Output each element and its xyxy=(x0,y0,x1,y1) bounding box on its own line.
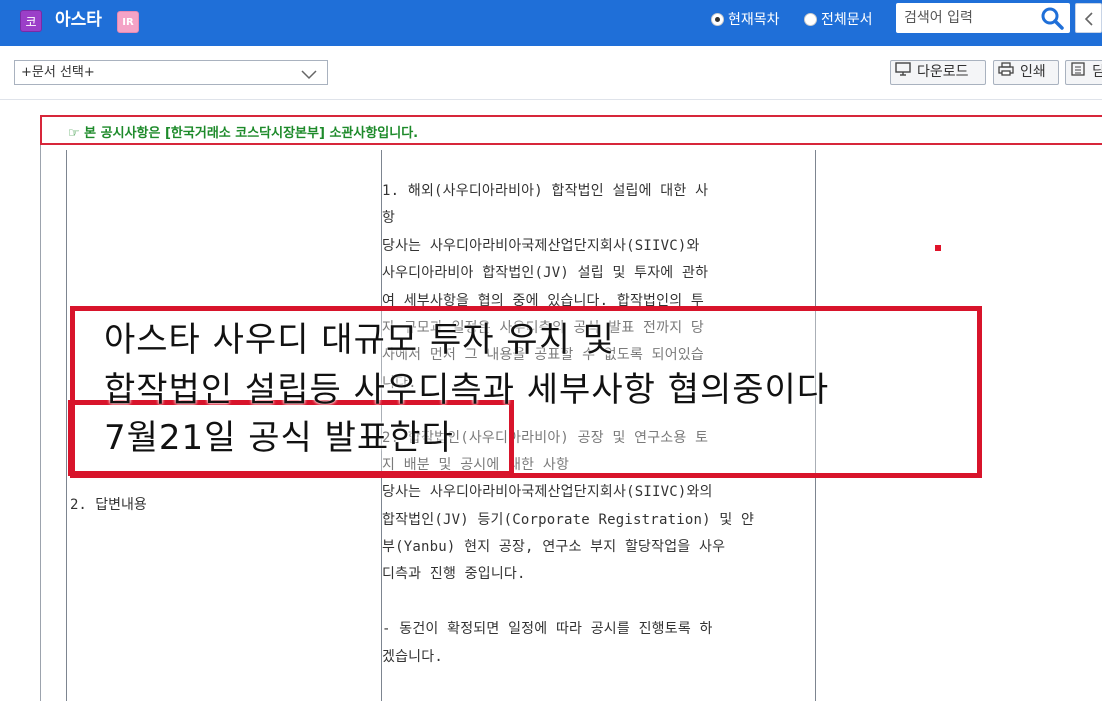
answer-content-line: 당사는 사우디아라비아국제산업단지회사(SIIVC)와의 xyxy=(382,484,713,501)
table-column-divider-left xyxy=(66,150,67,701)
red-marker-dot xyxy=(935,245,941,251)
print-label: 인쇄 xyxy=(1020,64,1046,80)
ir-badge[interactable]: IR xyxy=(117,11,139,33)
answer-content-line: 당사는 사우디아라비아국제산업단지회사(SIIVC)와 xyxy=(382,237,700,254)
market-badge: 코 xyxy=(20,10,42,32)
search-icon[interactable] xyxy=(1040,6,1064,30)
caption-line-2: 합작법인 설립등 사우디측과 세부사항 협의중이다 xyxy=(104,370,830,410)
radio-current-toc[interactable]: 현재목차 xyxy=(711,9,780,29)
document-icon xyxy=(1070,61,1092,84)
jurisdiction-notice: ☞ 본 공시사항은 [한국거래소 코스닥시장본부] 소관사항입니다. xyxy=(40,115,1102,145)
extra-toolbar-label: 딤 xyxy=(1092,64,1102,80)
radio-all-docs-indicator[interactable] xyxy=(804,12,817,26)
download-button[interactable]: 다운로드 xyxy=(890,60,986,85)
collapse-panel-button[interactable] xyxy=(1075,3,1102,33)
answer-content-line: 합작법인(JV) 등기(Corporate Registration) 및 얀 xyxy=(382,511,755,528)
download-label: 다운로드 xyxy=(917,64,969,80)
notice-text: ☞ 본 공시사항은 [한국거래소 코스닥시장본부] 소관사항입니다. xyxy=(68,126,419,141)
answer-content-line: 부(Yanbu) 현지 공장, 연구소 부지 할당작업을 사우 xyxy=(382,539,726,556)
monitor-icon xyxy=(895,61,917,84)
chevron-down-icon xyxy=(301,65,317,88)
document-select-value: +문서 선택+ xyxy=(21,65,95,80)
extra-toolbar-button[interactable]: 딤 xyxy=(1065,60,1102,85)
caption-line-1: 아스타 사우디 대규모 투자 유치 및 xyxy=(104,320,615,360)
printer-icon xyxy=(998,61,1020,84)
radio-all-docs[interactable]: 전체문서 xyxy=(804,9,873,29)
search-box xyxy=(896,3,1070,33)
answer-content-line: 1. 해외(사우디아라비아) 합작법인 설립에 대한 사 xyxy=(382,183,709,199)
answer-content-line: 사우디아라비아 합작법인(JV) 설립 및 투자에 관하 xyxy=(382,265,709,282)
answer-content-line: 겠습니다. xyxy=(382,648,443,665)
search-input[interactable] xyxy=(904,7,1039,29)
document-left-border xyxy=(40,145,41,701)
answer-content-line: 디측과 진행 중입니다. xyxy=(382,566,526,583)
top-header-bar: 코 아스타 IR 현재목차 전체문서 xyxy=(0,0,1102,46)
radio-current-toc-label: 현재목차 xyxy=(728,12,780,28)
radio-all-docs-label: 전체문서 xyxy=(821,12,873,28)
document-select[interactable]: +문서 선택+ xyxy=(14,60,328,85)
caption-line-3: 7월21일 공식 발표한다 xyxy=(104,418,454,458)
answer-content-line: 항 xyxy=(382,210,396,227)
print-button[interactable]: 인쇄 xyxy=(993,60,1059,85)
radio-current-toc-indicator[interactable] xyxy=(711,12,724,26)
company-name[interactable]: 아스타 xyxy=(55,8,102,32)
document-toolbar: +문서 선택+ 다운로드 인쇄 딤 xyxy=(0,46,1102,100)
answer-content-line xyxy=(382,589,814,616)
answer-content-line: - 동건이 확정되면 일정에 따라 공시를 진행토록 하 xyxy=(382,621,713,638)
answer-row-label: 2. 답변내용 xyxy=(70,497,147,513)
